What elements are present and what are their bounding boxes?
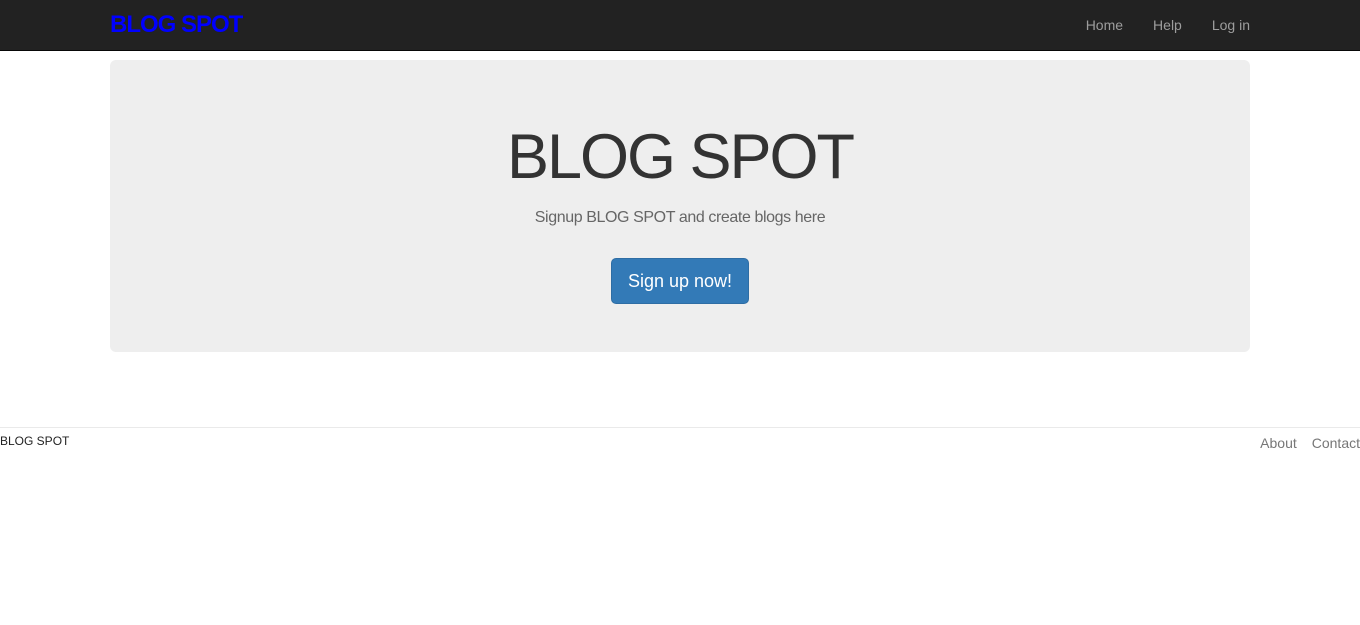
hero-title: BLOG SPOT <box>506 122 855 192</box>
nav-links: Home Help Log in <box>1056 0 1250 50</box>
footer-links: About Contact <box>1245 435 1360 451</box>
nav-link-home[interactable]: Home <box>1086 17 1123 33</box>
footer-brand: BLOG SPOT <box>0 434 70 448</box>
nav-link-log-in[interactable]: Log in <box>1212 17 1250 33</box>
nav-link-help[interactable]: Help <box>1153 17 1182 33</box>
top-navbar: BLOG SPOT Home Help Log in <box>0 0 1360 51</box>
hero-jumbotron: BLOG SPOT Signup BLOG SPOT and create bl… <box>110 60 1250 352</box>
page-footer: BLOG SPOT About Contact <box>0 427 1360 458</box>
sign-up-button[interactable]: Sign up now! <box>611 258 749 304</box>
brand-logo-link[interactable]: BLOG SPOT <box>110 11 243 39</box>
hero-subtitle: Signup BLOG SPOT and create blogs here <box>534 209 826 226</box>
footer-link-contact[interactable]: Contact <box>1312 435 1360 451</box>
footer-link-about[interactable]: About <box>1260 435 1297 451</box>
